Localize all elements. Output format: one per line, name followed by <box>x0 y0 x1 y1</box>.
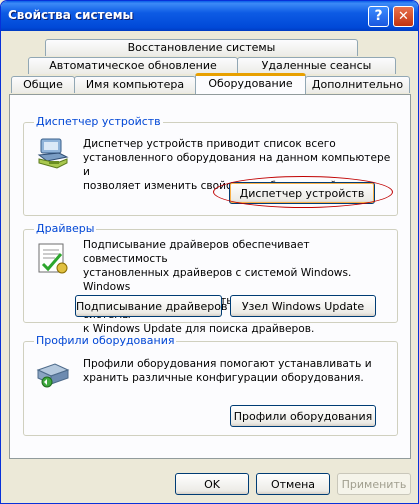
tab-system-restore[interactable]: Восстановление системы <box>45 39 358 56</box>
device-manager-icon <box>35 137 71 171</box>
hardware-profiles-description: Профили оборудования помогают устанавлив… <box>83 358 372 384</box>
device-manager-group-title: Диспетчер устройств <box>34 115 163 128</box>
hardware-profiles-group-title: Профили оборудования <box>34 334 177 347</box>
tab-advanced[interactable]: Дополнительно <box>305 76 410 93</box>
system-properties-window: Свойства системы ? ✕ Восстановление сист… <box>0 0 419 504</box>
apply-button[interactable]: Применить <box>337 473 411 495</box>
cancel-button[interactable]: Отмена <box>256 473 330 495</box>
drivers-description: Подписывание драйверов обеспечивает совм… <box>83 239 353 335</box>
hardware-profiles-button[interactable]: Профили оборудования <box>230 405 376 427</box>
title-bar[interactable]: Свойства системы ? ✕ <box>1 1 418 31</box>
tab-hardware[interactable]: Оборудование <box>195 73 306 94</box>
windows-update-button[interactable]: Узел Windows Update <box>230 295 376 317</box>
ok-button[interactable]: OK <box>175 473 249 495</box>
help-button[interactable]: ? <box>368 6 389 27</box>
driver-signing-icon <box>35 242 71 276</box>
drivers-group-title: Драйверы <box>34 222 97 235</box>
hardware-profile-icon <box>35 356 71 390</box>
close-button[interactable]: ✕ <box>393 6 414 27</box>
tab-automatic-updates[interactable]: Автоматическое обновление <box>28 57 238 74</box>
highlight-ellipse <box>213 176 393 208</box>
tab-remote-sessions[interactable]: Удаленные сеансы <box>237 57 396 74</box>
tab-computer-name[interactable]: Имя компьютера <box>74 76 196 93</box>
window-title: Свойства системы <box>8 8 134 22</box>
tab-general[interactable]: Общие <box>11 76 75 93</box>
driver-signing-button[interactable]: Подписывание драйверов <box>75 295 227 317</box>
